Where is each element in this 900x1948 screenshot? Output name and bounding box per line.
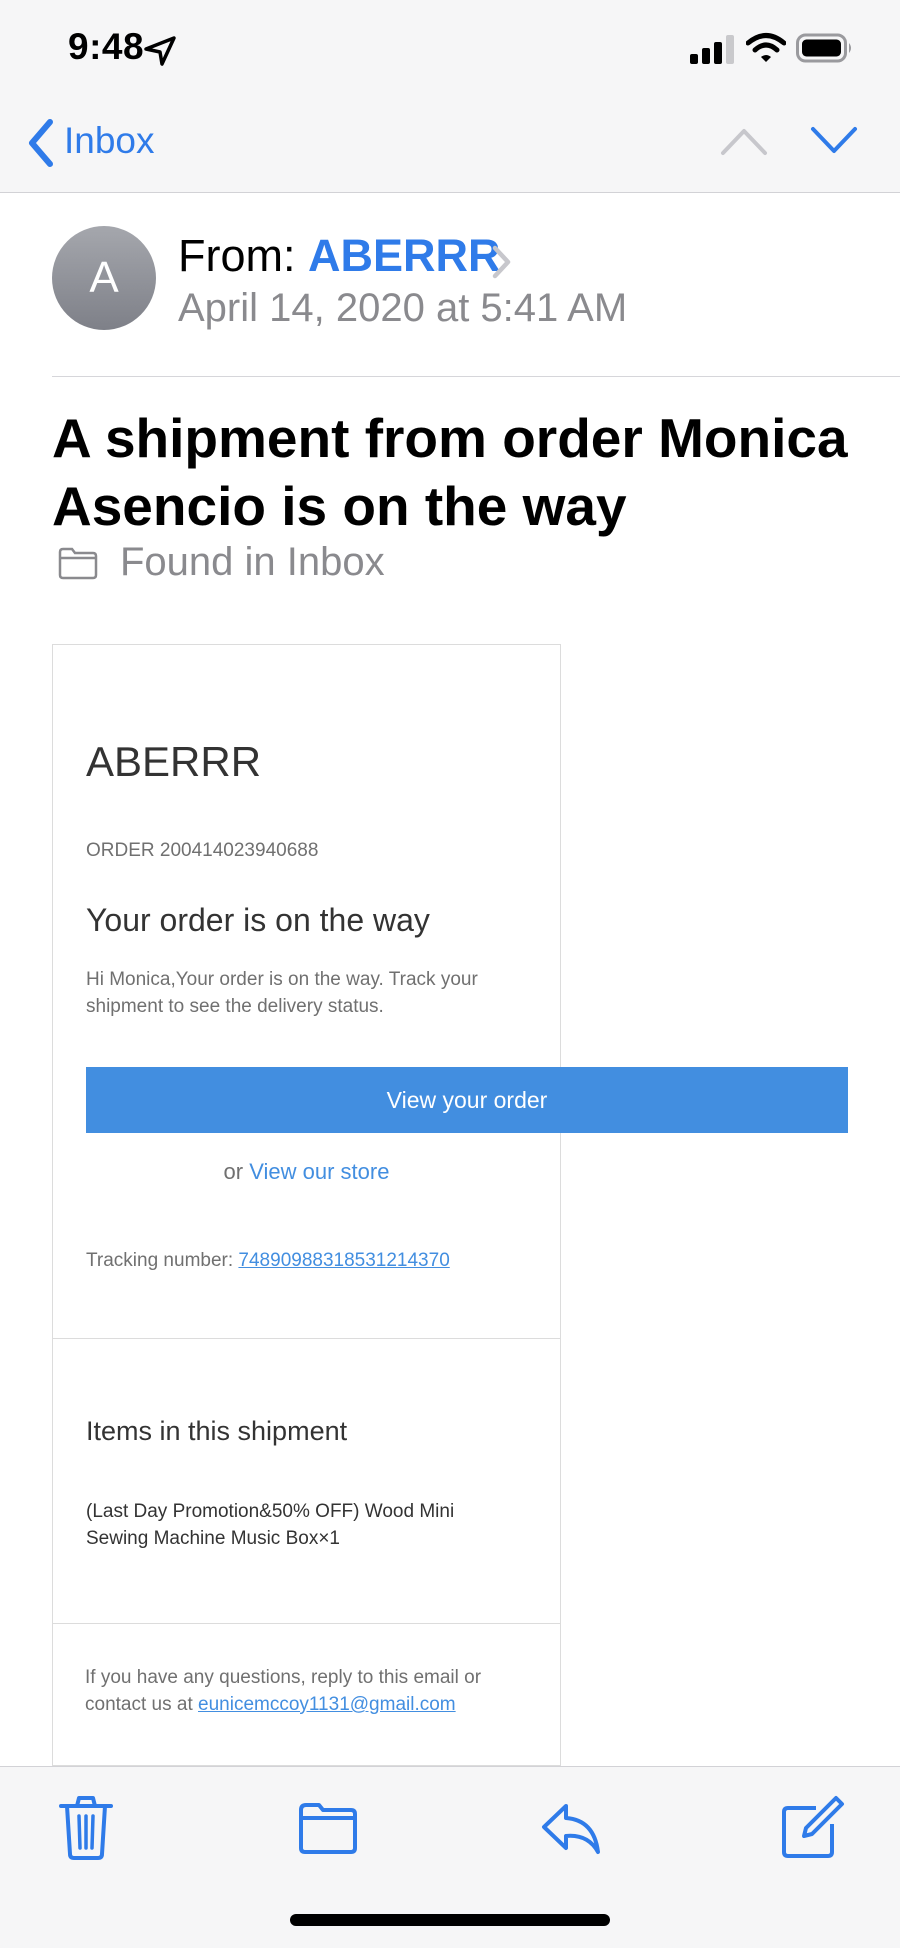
tracking-label: Tracking number: <box>86 1250 234 1271</box>
tracking-number-link[interactable]: 74890988318531214370 <box>238 1250 449 1271</box>
or-label: or <box>223 1159 244 1184</box>
sent-date: April 14, 2020 at 5:41 AM <box>178 286 628 330</box>
email-subject: A shipment from order Monica Asencio is … <box>52 407 848 537</box>
battery-icon <box>796 33 851 63</box>
home-indicator <box>290 1914 610 1926</box>
reply-icon[interactable] <box>536 1792 606 1862</box>
order-heading: Your order is on the way <box>86 902 430 938</box>
folder-icon <box>58 547 98 580</box>
card-divider <box>53 1338 560 1339</box>
from-line: From: ABERRR <box>178 230 501 282</box>
back-button-label[interactable]: Inbox <box>64 120 155 162</box>
card-divider <box>53 1623 560 1624</box>
contact-text: If you have any questions, reply to this… <box>85 1664 535 1718</box>
sender-name[interactable]: ABERRR <box>308 230 501 281</box>
shop-name: ABERRR <box>86 738 262 785</box>
shipment-item: (Last Day Promotion&50% OFF) Wood Mini S… <box>86 1501 455 1549</box>
compose-icon[interactable] <box>776 1792 846 1862</box>
previous-message-icon[interactable] <box>720 126 768 156</box>
trash-icon[interactable] <box>51 1792 121 1862</box>
status-time: 9:48 <box>68 26 145 67</box>
contact-email-link[interactable]: eunicemccoy1131@gmail.com <box>198 1694 456 1715</box>
location-arrow-icon <box>144 36 176 66</box>
found-in-label: Found in Inbox <box>120 540 385 584</box>
store-line: or View our store <box>53 1159 560 1185</box>
from-label: From: <box>178 230 296 281</box>
order-message: Hi Monica,Your order is on the way. Trac… <box>86 969 478 1017</box>
cellular-signal-icon <box>690 35 734 64</box>
header-divider <box>52 376 900 377</box>
wifi-icon <box>746 33 786 62</box>
next-message-icon[interactable] <box>810 126 858 156</box>
chevron-right-icon[interactable] <box>490 244 514 280</box>
email-body-card <box>52 644 561 1766</box>
sender-avatar: A <box>52 226 156 330</box>
move-to-folder-icon[interactable] <box>293 1792 363 1862</box>
chevron-left-icon[interactable] <box>26 118 56 168</box>
tracking-line: Tracking number: 74890988318531214370 <box>86 1250 450 1272</box>
view-order-button[interactable]: View your order <box>86 1067 848 1133</box>
order-number: ORDER 200414023940688 <box>86 840 319 861</box>
view-store-link[interactable]: View our store <box>249 1159 389 1184</box>
items-heading: Items in this shipment <box>86 1416 348 1446</box>
